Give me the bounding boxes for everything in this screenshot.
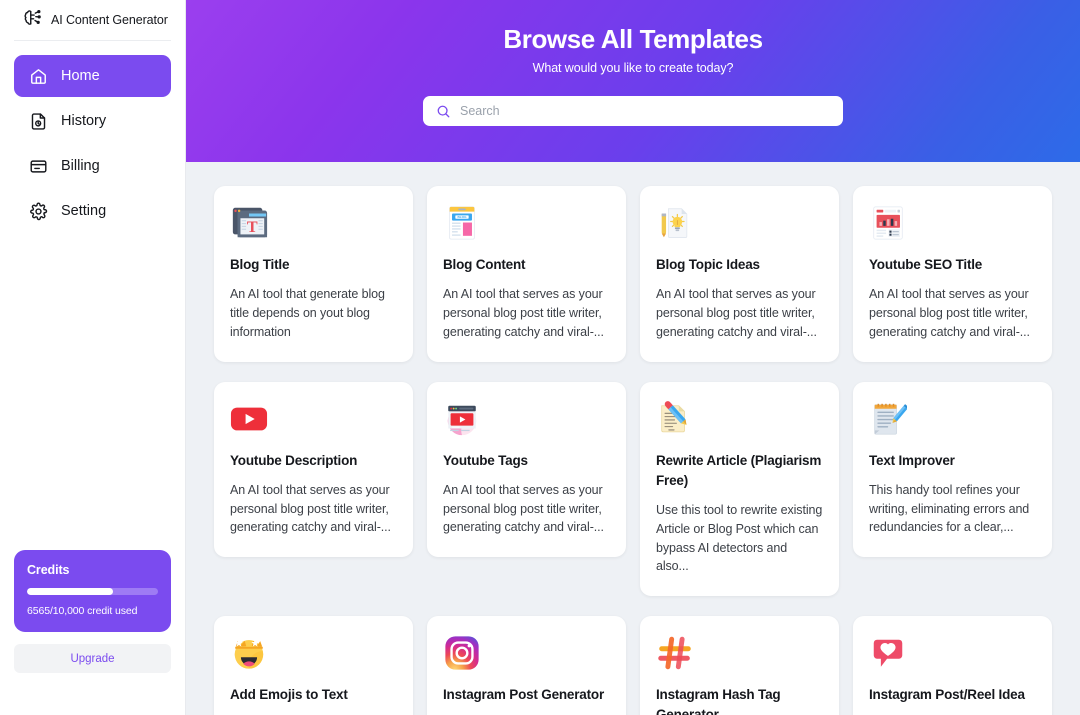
template-card-description: An AI tool that serves as your personal … [869, 287, 1030, 339]
template-grid: T Blog Title An AI tool that generate blog… [186, 162, 1080, 715]
template-card-description: An AI tool that serves as your personal … [656, 287, 817, 339]
template-card[interactable]: Youtube Description An AI tool that serve… [214, 381, 413, 557]
template-card[interactable]: Youtube SEO Title An AI tool that serves … [853, 186, 1052, 362]
template-card[interactable]: Youtube Tags An AI tool that serves as yo… [427, 381, 626, 557]
rewrite-article-icon [656, 400, 694, 438]
search-icon [436, 104, 451, 119]
star-struck-emoji-icon [230, 634, 268, 672]
template-card-title: Instagram Post Generator [443, 687, 604, 702]
template-card-title: Youtube Description [230, 452, 358, 468]
credits-title: Credits [27, 563, 70, 577]
brain-logo-icon [22, 8, 42, 33]
template-card[interactable]: Blog Topic Ideas An AI tool that serves a… [640, 186, 839, 362]
sidebar-item-setting[interactable]: Setting [14, 190, 171, 232]
main-content: Browse All Templates What would you like… [186, 0, 1080, 715]
template-card-title: Instagram Hash Tag Generator [656, 687, 781, 715]
sidebar-item-label: Billing [61, 158, 100, 174]
billing-icon [28, 156, 48, 176]
youtube-play-icon [230, 400, 268, 438]
page-title: Browse All Templates [503, 24, 763, 54]
template-card-description: An AI tool that serves as your personal … [443, 482, 604, 535]
template-card-title: Blog Content [443, 257, 526, 272]
template-card-title: Blog Topic Ideas [656, 257, 760, 272]
blog-content-icon: BLOG [443, 204, 481, 242]
credits-card: Credits 6565/10,000 credit used [14, 550, 171, 632]
heart-chat-icon [869, 634, 907, 672]
template-card-title: Youtube SEO Title [869, 257, 983, 272]
template-card[interactable]: T Blog Title An AI tool that generate blog… [214, 186, 413, 362]
credits-usage-label: 6565/10,000 credit used [27, 605, 138, 617]
app-root: AI Content Generator Home History Billin… [0, 0, 1080, 715]
search-bar[interactable] [423, 96, 843, 126]
template-card-description: This handy tool refines your writing, el… [869, 482, 1030, 535]
template-card[interactable]: BLOG Blog Content An AI tool that serves a… [427, 186, 626, 362]
template-card-description: Use this tool to rewrite existing Articl… [656, 503, 823, 574]
credits-section: Credits 6565/10,000 credit used Upgrade [14, 550, 171, 673]
template-card-title: Instagram Post/Reel Idea [869, 687, 1025, 702]
history-icon [28, 111, 48, 131]
sidebar-item-history[interactable]: History [14, 100, 171, 142]
sidebar-item-billing[interactable]: Billing [14, 145, 171, 187]
page-subtitle: What would you like to create today? [532, 61, 734, 75]
blog-topic-ideas-icon [656, 204, 694, 242]
template-card[interactable]: Instagram Post/Reel IdeaAn AI tool that … [853, 616, 1052, 715]
hashtag-icon [656, 634, 694, 672]
template-card-title: Rewrite Article (Plagiarism Free) [656, 452, 822, 488]
hero-banner: Browse All Templates What would you like… [186, 0, 1080, 162]
upgrade-button[interactable]: Upgrade [14, 644, 171, 673]
sidebar-item-label: Home [61, 68, 100, 84]
sidebar-item-label: Setting [61, 203, 107, 219]
home-icon [28, 66, 48, 86]
youtube-tags-icon [443, 400, 481, 438]
template-card[interactable]: Add Emojis to TextAn AI tool that serves… [214, 616, 413, 715]
text-improver-icon [869, 400, 909, 438]
template-card[interactable]: Instagram Hash Tag GeneratorAn AI tool t… [640, 616, 839, 715]
search-input[interactable] [460, 104, 830, 118]
brand-label: AI Content Generator [51, 13, 168, 27]
template-card-title: Youtube Tags [443, 452, 528, 468]
template-card[interactable]: Text Improver This handy tool refines you… [853, 381, 1052, 557]
sidebar: AI Content Generator Home History Billin… [0, 0, 186, 715]
template-card-title: Add Emojis to Text [230, 687, 348, 702]
template-card-description: An AI tool that serves as your personal … [230, 482, 391, 535]
template-card[interactable]: Instagram Post GeneratorAn AI tool that … [427, 616, 626, 715]
template-card-title: Text Improver [869, 452, 955, 468]
template-card[interactable]: Rewrite Article (Plagiarism Free) Use thi… [640, 381, 839, 596]
template-card-description: An AI tool that serves as your personal … [443, 287, 604, 339]
youtube-seo-title-icon [869, 204, 907, 242]
template-card-title: Blog Title [230, 257, 290, 272]
sidebar-item-label: History [61, 113, 107, 129]
template-card-description: An AI tool that generate blog title depe… [230, 287, 385, 339]
blog-title-icon: T [230, 204, 268, 242]
credits-progress-fill [27, 588, 113, 595]
svg-text:T: T [247, 219, 258, 236]
credits-progress-bar [27, 588, 158, 595]
gear-icon [28, 201, 48, 221]
sidebar-divider [14, 40, 171, 41]
brand: AI Content Generator [0, 0, 185, 40]
sidebar-item-home[interactable]: Home [14, 55, 171, 97]
sidebar-nav: Home History Billing Setting [0, 55, 185, 232]
svg-text:BLOG: BLOG [457, 215, 467, 219]
instagram-icon [443, 634, 481, 672]
